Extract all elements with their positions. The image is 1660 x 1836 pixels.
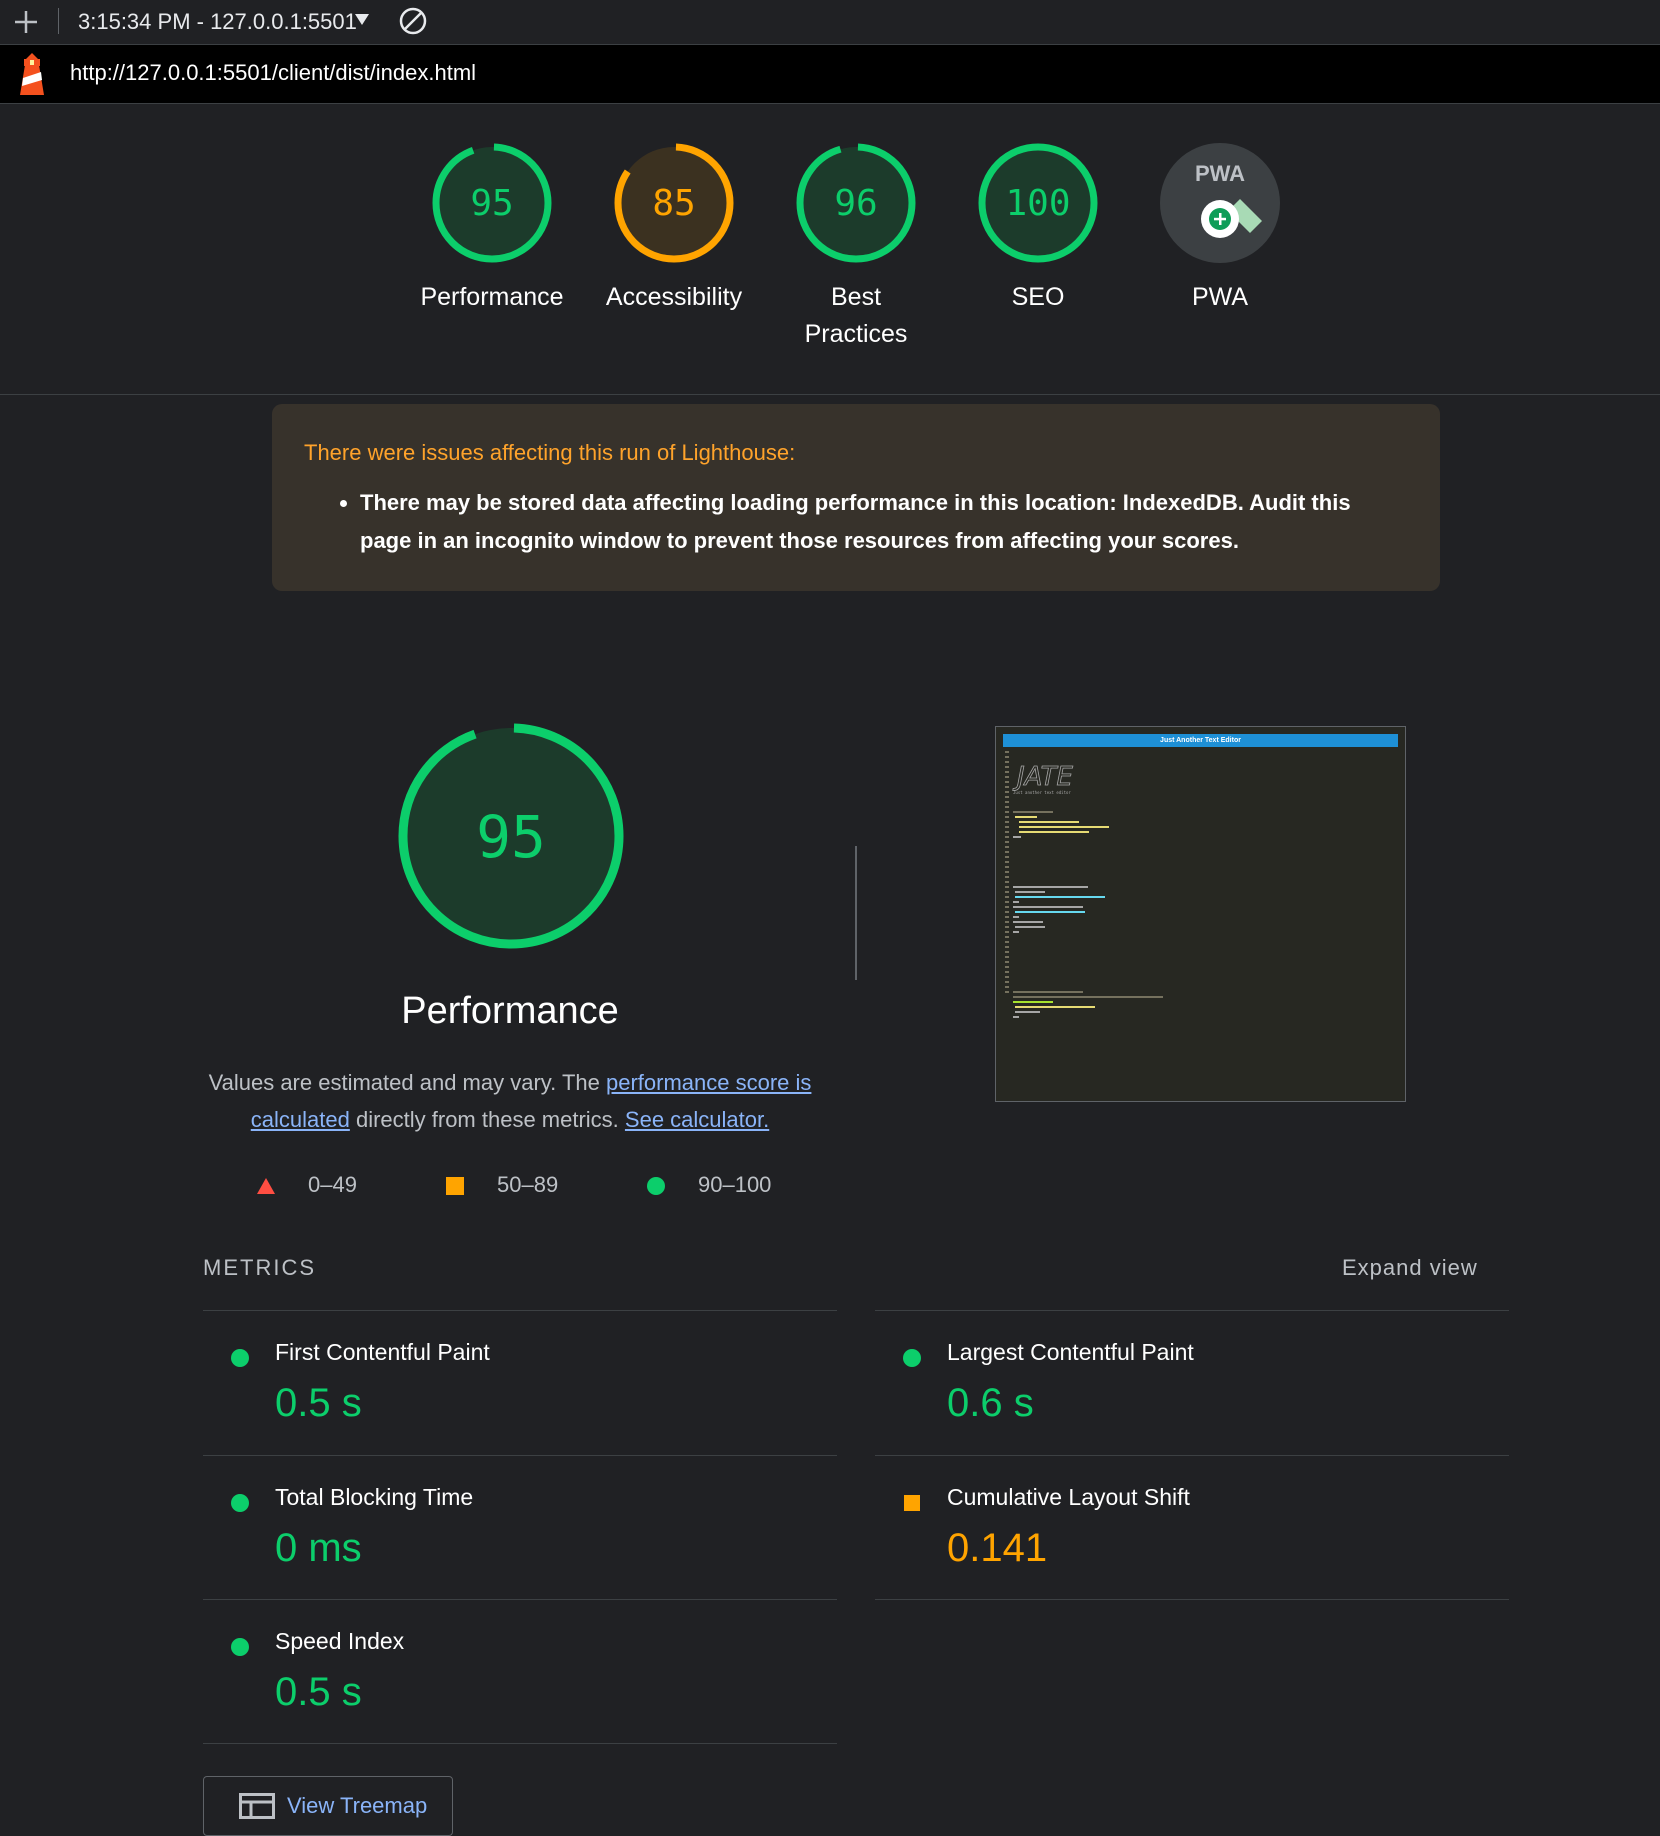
metric-name: First Contentful Paint bbox=[275, 1339, 490, 1365]
score-gauge-ring: 96 bbox=[796, 143, 916, 263]
devtools-toolbar: 3:15:34 PM - 127.0.0.1:5501 bbox=[0, 0, 1660, 45]
metric-total-blocking-time: Total Blocking Time 0 ms bbox=[203, 1456, 837, 1596]
performance-title: Performance bbox=[401, 990, 619, 1032]
metrics-heading: METRICS bbox=[203, 1255, 316, 1280]
report-url[interactable]: http://127.0.0.1:5501/client/dist/index.… bbox=[70, 60, 476, 86]
warning-list: There may be stored data affecting loadi… bbox=[304, 484, 1440, 560]
run-warnings: There were issues affecting this run of … bbox=[272, 404, 1440, 591]
report-url-bar: http://127.0.0.1:5501/client/dist/index.… bbox=[0, 45, 1660, 104]
metric-name: Total Blocking Time bbox=[275, 1484, 474, 1510]
metric-value: 0 ms bbox=[275, 1526, 362, 1570]
legend-range: 50–89 bbox=[497, 1172, 559, 1197]
triangle-icon bbox=[257, 1178, 275, 1195]
pass-circle-icon bbox=[231, 1494, 249, 1512]
performance-score: 95 bbox=[476, 803, 546, 871]
screenshot-app-header: Just Another Text Editor bbox=[1003, 734, 1398, 747]
gauge-best-practices[interactable]: 96 Best Practices bbox=[776, 141, 936, 353]
warning-title: There were issues affecting this run of … bbox=[304, 440, 796, 465]
metric-value: 0.6 s bbox=[947, 1381, 1034, 1425]
final-screenshot[interactable]: Just Another Text Editor JATE Just anoth… bbox=[995, 726, 1406, 1102]
metric-first-contentful-paint: First Contentful Paint 0.5 s bbox=[203, 1311, 837, 1451]
metric-name: Cumulative Layout Shift bbox=[947, 1484, 1190, 1510]
warning-item: There may be stored data affecting loadi… bbox=[360, 484, 1390, 560]
screenshot-logo: JATE bbox=[1012, 762, 1073, 792]
see-calculator-link[interactable]: See calculator. bbox=[625, 1107, 769, 1132]
view-treemap-label: View Treemap bbox=[287, 1793, 428, 1818]
metric-name: Speed Index bbox=[275, 1628, 405, 1654]
performance-score-gauge: 95 bbox=[398, 723, 624, 949]
report-selector[interactable]: 3:15:34 PM - 127.0.0.1:5501 bbox=[78, 9, 357, 35]
dropdown-caret-icon[interactable] bbox=[354, 13, 370, 27]
metric-speed-index: Speed Index 0.5 s bbox=[203, 1600, 837, 1740]
pass-circle-icon bbox=[231, 1349, 249, 1367]
pwa-badge-text: PWA bbox=[1195, 161, 1245, 186]
metric-largest-contentful-paint: Largest Contentful Paint 0.6 s bbox=[875, 1311, 1509, 1451]
plus-icon[interactable] bbox=[12, 8, 40, 36]
metric-name: Largest Contentful Paint bbox=[947, 1339, 1194, 1365]
gauge-accessibility[interactable]: 85 Accessibility bbox=[594, 141, 754, 316]
gauge-label: PWA bbox=[1191, 283, 1249, 311]
circle-icon bbox=[647, 1177, 665, 1196]
gauge-label: Accessibility bbox=[605, 283, 743, 311]
metric-value: 0.5 s bbox=[275, 1670, 362, 1714]
square-icon bbox=[446, 1177, 464, 1196]
gauge-label-line2: Practices bbox=[804, 320, 908, 348]
gauge-label: Performance bbox=[420, 283, 564, 311]
gauge-score: 95 bbox=[470, 183, 513, 224]
score-scale-legend: 0–49 50–89 90–100 bbox=[0, 1172, 1660, 1202]
desc-text-2: directly from these metrics. bbox=[349, 1107, 625, 1132]
gauge-score: 100 bbox=[1005, 183, 1070, 224]
pass-circle-icon bbox=[903, 1349, 921, 1367]
score-gauge-ring: 95 bbox=[432, 143, 552, 263]
gauge-label: SEO bbox=[1011, 283, 1065, 311]
toolbar-separator bbox=[58, 8, 59, 34]
legend-range: 90–100 bbox=[698, 1172, 772, 1197]
metric-cumulative-layout-shift: Cumulative Layout Shift 0.141 bbox=[875, 1456, 1509, 1596]
legend-pass: 90–100 bbox=[646, 1172, 771, 1198]
average-square-icon bbox=[904, 1495, 920, 1511]
gauge-pwa[interactable]: PWA PWA bbox=[1140, 141, 1300, 316]
legend-average: 50–89 bbox=[445, 1172, 558, 1198]
gauge-label-line1: Best bbox=[830, 283, 882, 311]
gauge-score: 96 bbox=[834, 183, 877, 224]
expand-view-toggle[interactable]: Expand view bbox=[1342, 1255, 1478, 1281]
lighthouse-logo-icon bbox=[20, 53, 44, 95]
pass-circle-icon bbox=[231, 1638, 249, 1656]
metric-value: 0.141 bbox=[947, 1526, 1048, 1570]
metric-divider bbox=[203, 1743, 837, 1744]
treemap-icon bbox=[239, 1793, 275, 1819]
gauge-score: 85 bbox=[652, 183, 695, 224]
legend-fail: 0–49 bbox=[256, 1172, 357, 1198]
pwa-badge-icon: PWA bbox=[1160, 143, 1280, 263]
score-gauge-ring: 85 bbox=[614, 143, 734, 263]
vertical-divider bbox=[855, 846, 857, 980]
header-divider bbox=[0, 394, 1660, 395]
gauge-performance[interactable]: 95 Performance bbox=[412, 141, 572, 316]
legend-range: 0–49 bbox=[308, 1172, 357, 1197]
metric-value: 0.5 s bbox=[275, 1381, 362, 1425]
gauge-label: Best Practices bbox=[776, 279, 936, 353]
metric-divider bbox=[875, 1599, 1509, 1600]
screenshot-subtitle: Just another text editor bbox=[1013, 790, 1071, 795]
gauge-seo[interactable]: 100 SEO bbox=[958, 141, 1118, 316]
view-treemap-button[interactable]: View Treemap bbox=[203, 1776, 453, 1836]
performance-description: Values are estimated and may vary. The p… bbox=[190, 1064, 830, 1138]
screenshot-editor-content: JATE Just another text editor bbox=[1005, 751, 1163, 1018]
score-gauge-ring: 100 bbox=[978, 143, 1098, 263]
desc-text-1: Values are estimated and may vary. The bbox=[208, 1070, 606, 1095]
clear-block-icon[interactable] bbox=[398, 6, 428, 36]
